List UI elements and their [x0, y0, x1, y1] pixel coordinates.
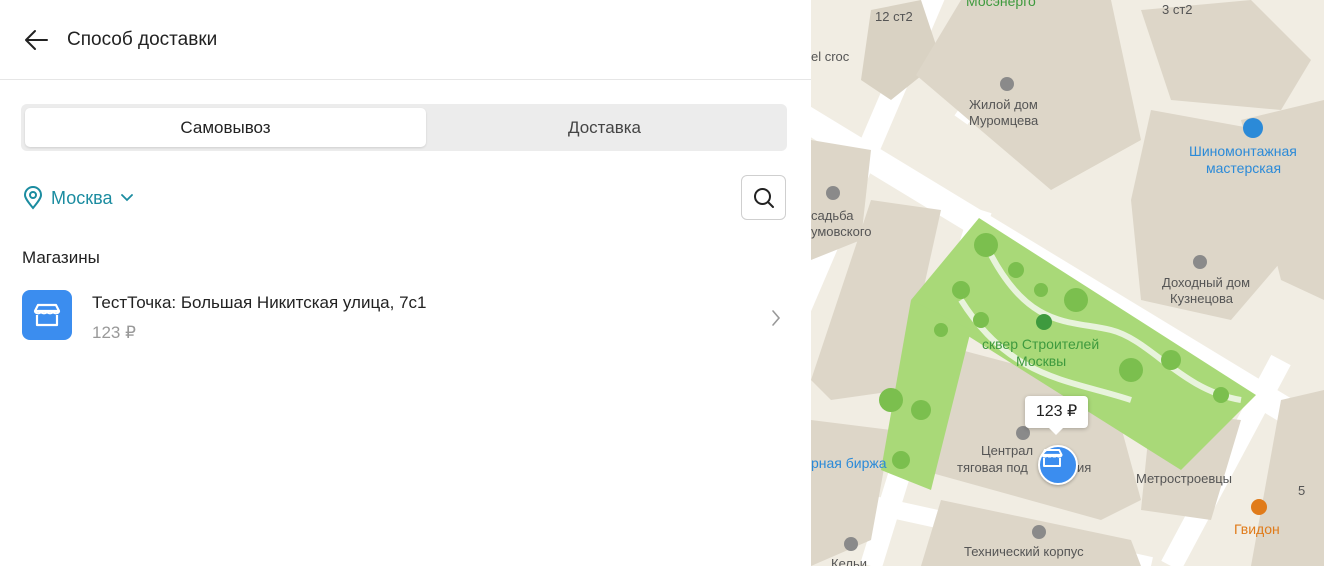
map-label: тяговая под: [957, 460, 1028, 475]
store-map-marker[interactable]: [1038, 445, 1078, 485]
map[interactable]: 12 ст2 Мосэнерго 3 ст2 el croc Жилой дом…: [811, 0, 1324, 566]
page-title: Способ доставки: [67, 29, 218, 50]
chevron-down-icon: [121, 194, 134, 202]
map-label: Технический корпус: [964, 544, 1084, 559]
map-label: Жилой дом: [969, 97, 1038, 112]
store-icon: [1041, 449, 1063, 467]
stores-section-title: Магазины: [22, 248, 100, 267]
map-label: ия: [1077, 460, 1092, 475]
city-name: Москва: [51, 187, 113, 208]
chevron-right-icon: [772, 310, 781, 326]
delivery-mode-switch: Самовывоз Доставка: [21, 104, 787, 151]
delivery-panel: Способ доставки Самовывоз Доставка Москв…: [0, 0, 811, 566]
tab-delivery[interactable]: Доставка: [426, 108, 783, 147]
city-selector[interactable]: Москва: [23, 184, 136, 212]
map-price-bubble[interactable]: 123 ₽: [1025, 396, 1088, 435]
map-label: Москвы: [1016, 353, 1067, 369]
map-label: Кельи: [831, 556, 867, 566]
arrow-left-icon: [25, 30, 48, 50]
tab-pickup[interactable]: Самовывоз: [25, 108, 426, 147]
map-label: Доходный дом: [1162, 275, 1251, 290]
map-label: сквер Строителей: [982, 336, 1100, 352]
back-button[interactable]: [22, 27, 50, 53]
map-label: Гвидон: [1234, 521, 1280, 537]
map-label: 3 ст2: [1162, 2, 1193, 17]
map-label: мастерская: [1206, 160, 1282, 176]
map-label: Шиномонтажная: [1189, 143, 1297, 159]
map-label: умовского: [811, 224, 872, 239]
map-label: рная биржа: [811, 455, 887, 471]
map-label: Мосэнерго: [966, 0, 1036, 9]
map-label: 5: [1298, 483, 1306, 498]
search-icon: [753, 187, 774, 208]
map-label: Муромцева: [969, 113, 1039, 128]
map-label: 12 ст2: [875, 9, 913, 24]
map-label: Централ: [981, 443, 1034, 458]
store-icon: [22, 290, 72, 340]
map-label: el croc: [811, 49, 850, 64]
store-price: 123 ₽: [92, 323, 136, 342]
map-label: садьба: [811, 208, 854, 223]
map-label: Метростроевцы: [1136, 471, 1233, 486]
search-button[interactable]: [741, 175, 786, 220]
map-label: Кузнецова: [1170, 291, 1233, 306]
location-pin-icon: [23, 186, 43, 210]
header: Способ доставки: [0, 0, 811, 80]
store-name: ТестТочка: Большая Никитская улица, 7с1: [92, 293, 427, 312]
store-list-item[interactable]: ТестТочка: Большая Никитская улица, 7с1 …: [22, 288, 788, 346]
